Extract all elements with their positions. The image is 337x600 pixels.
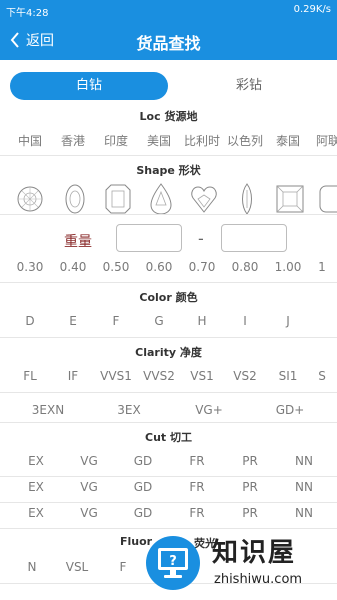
- help-fab[interactable]: ?: [146, 536, 200, 590]
- quality-option[interactable]: 3EXN: [20, 403, 76, 417]
- heart-shape-icon[interactable]: [189, 182, 219, 216]
- weight-min-input[interactable]: [116, 224, 182, 252]
- polish-options-row: EX VG GD FR PR NN: [0, 480, 337, 500]
- clarity-options: FL IF VVS1 VVS2 VS1 VS2 SI1 S: [0, 369, 337, 389]
- divider: [0, 282, 337, 283]
- symmetry-option[interactable]: FR: [169, 506, 225, 520]
- loc-options: 中国 香港 印度 美国 比利时 以色列 泰国 阿联: [0, 132, 337, 152]
- tab-color-diamond[interactable]: 彩钻: [170, 72, 328, 100]
- quality-option[interactable]: GD+: [262, 403, 318, 417]
- polish-option[interactable]: NN: [276, 480, 332, 494]
- divider: [0, 528, 337, 529]
- symmetry-option[interactable]: VG: [61, 506, 117, 520]
- status-bar: 下午4:28 0.29K/s: [0, 0, 337, 20]
- quality-presets: 3EXN 3EX VG+ GD+: [0, 403, 337, 423]
- section-title-loc: Loc 货源地: [139, 110, 198, 123]
- color-options: D E F G H I J: [0, 314, 337, 334]
- polish-option[interactable]: EX: [8, 480, 64, 494]
- symmetry-option[interactable]: NN: [276, 506, 332, 520]
- marquise-shape-icon[interactable]: [232, 182, 262, 216]
- section-title-color: Color 颜色: [139, 291, 198, 304]
- watermark-en: zhishiwu.com: [214, 572, 303, 587]
- weight-label: 重量: [64, 234, 92, 250]
- divider: [0, 422, 337, 423]
- polish-option[interactable]: PR: [222, 480, 278, 494]
- shape-options: [0, 182, 337, 216]
- polish-option[interactable]: VG: [61, 480, 117, 494]
- symmetry-option[interactable]: PR: [222, 506, 278, 520]
- round-shape-icon[interactable]: [15, 182, 45, 216]
- status-network-speed: 0.29K/s: [293, 4, 331, 15]
- loc-option[interactable]: 阿联: [300, 132, 337, 149]
- cut-option[interactable]: FR: [169, 454, 225, 468]
- divider: [0, 337, 337, 338]
- watermark-logo: 知识屋 zhishiwu.com: [212, 532, 337, 600]
- app-header: 返回 货品查找: [0, 20, 337, 60]
- diamond-type-tabs: 白钻 彩钻: [10, 72, 328, 100]
- symmetry-option[interactable]: EX: [8, 506, 64, 520]
- divider: [0, 476, 337, 477]
- section-title-shape: Shape 形状: [136, 164, 201, 177]
- cut-option[interactable]: NN: [276, 454, 332, 468]
- section-title-clarity: Clarity 净度: [135, 346, 202, 359]
- emerald-shape-icon[interactable]: [103, 182, 133, 216]
- quality-option[interactable]: 3EX: [101, 403, 157, 417]
- divider: [0, 214, 337, 215]
- cut-option[interactable]: GD: [115, 454, 171, 468]
- help-monitor-icon: ?: [158, 548, 188, 578]
- princess-shape-icon[interactable]: [275, 182, 305, 216]
- weight-options: 0.30 0.40 0.50 0.60 0.70 0.80 1.00 1: [0, 260, 337, 280]
- quality-option[interactable]: VG+: [181, 403, 237, 417]
- cushion-shape-icon[interactable]: [318, 182, 337, 216]
- watermark-cn: 知识屋: [212, 538, 297, 568]
- fluor-option[interactable]: F: [95, 560, 151, 574]
- svg-text:?: ?: [169, 554, 177, 569]
- cut-option[interactable]: PR: [222, 454, 278, 468]
- tab-white-diamond[interactable]: 白钻: [10, 72, 168, 100]
- oval-shape-icon[interactable]: [60, 182, 90, 216]
- polish-option[interactable]: FR: [169, 480, 225, 494]
- range-dash: -: [198, 229, 204, 248]
- status-time: 下午4:28: [6, 8, 49, 19]
- divider: [0, 155, 337, 156]
- symmetry-option[interactable]: GD: [115, 506, 171, 520]
- cut-options-row: EX VG GD FR PR NN: [0, 454, 337, 474]
- weight-max-input[interactable]: [221, 224, 287, 252]
- section-title-cut: Cut 切工: [145, 431, 192, 444]
- cut-option[interactable]: EX: [8, 454, 64, 468]
- weight-option[interactable]: 1: [294, 260, 337, 274]
- clarity-option[interactable]: S: [294, 369, 337, 383]
- pear-shape-icon[interactable]: [146, 182, 176, 216]
- cut-option[interactable]: VG: [61, 454, 117, 468]
- color-option[interactable]: J: [260, 314, 316, 328]
- polish-option[interactable]: GD: [115, 480, 171, 494]
- symmetry-options-row: EX VG GD FR PR NN: [0, 506, 337, 526]
- divider: [0, 502, 337, 503]
- page-title: 货品查找: [136, 34, 201, 53]
- divider: [0, 392, 337, 393]
